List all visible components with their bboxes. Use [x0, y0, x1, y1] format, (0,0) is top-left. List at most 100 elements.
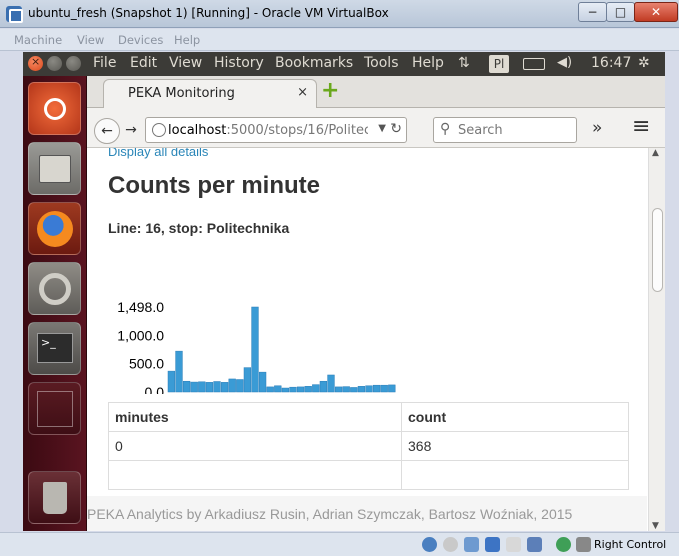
host-menu-machine[interactable]: Machine [14, 33, 62, 47]
settings-gear-icon[interactable]: ✲ [638, 55, 650, 71]
bar [312, 384, 320, 393]
host-title-bar: ubuntu_fresh (Snapshot 1) [Running] - Or… [0, 0, 679, 28]
window-maximize-button[interactable] [66, 56, 81, 71]
clock[interactable]: 16:47 [591, 55, 631, 71]
y-tick-label: 500.0 [129, 356, 164, 372]
scroll-down-icon[interactable]: ▼ [652, 521, 659, 531]
table-cell-minutes: 0 [108, 431, 402, 461]
host-maximize-button[interactable]: □ [606, 2, 635, 22]
hard-disk-icon[interactable] [422, 537, 437, 552]
host-key-icon[interactable] [576, 537, 591, 552]
keyboard-layout-indicator[interactable]: Pl [489, 55, 509, 73]
tab-close-icon[interactable]: × [297, 85, 308, 100]
files-icon[interactable] [28, 142, 81, 195]
display-all-details-link[interactable]: Display all details [108, 148, 208, 159]
menu-view[interactable]: View [169, 55, 202, 71]
new-tab-button[interactable]: + [321, 78, 339, 103]
bar [167, 370, 176, 393]
counts-bar-chart: 1,498.01,000.0500.00.0012345678910111213… [117, 299, 396, 394]
bar [228, 378, 236, 393]
bar [190, 381, 198, 393]
search-placeholder: Search [458, 123, 503, 138]
y-tick-label: 1,498.0 [117, 299, 164, 315]
workspace-switcher-icon[interactable] [28, 382, 81, 435]
host-menu-help[interactable]: Help [174, 33, 200, 47]
optical-drive-icon[interactable] [443, 537, 458, 552]
overflow-chevron-icon[interactable]: » [592, 118, 602, 138]
scrollbar-thumb[interactable] [652, 208, 663, 292]
battery-icon[interactable] [523, 58, 545, 70]
bar [289, 386, 297, 393]
search-bar[interactable]: ⚲ Search [433, 117, 577, 143]
bar [258, 371, 267, 393]
line-stop-subtitle: Line: 16, stop: Politechnika [108, 220, 290, 236]
tab-peka-monitoring[interactable]: PEKA Monitoring × [103, 79, 317, 108]
vertical-scrollbar[interactable]: ▲ ▼ [648, 148, 665, 531]
url-bar[interactable]: localhost:5000/stops/16/Politech ▼ ↻ [145, 117, 407, 143]
bar [380, 384, 388, 393]
terminal-icon[interactable]: >_ [28, 322, 81, 375]
bar [205, 382, 214, 393]
bar [236, 379, 244, 393]
page-content: Display all details Counts per minute Li… [87, 148, 647, 531]
window-close-button[interactable]: × [28, 55, 43, 71]
capture-icon[interactable] [556, 537, 571, 552]
bar [342, 386, 350, 393]
volume-icon[interactable]: ◀) [557, 55, 572, 70]
table-row: 0 368 [108, 431, 629, 461]
host-menu-view[interactable]: View [77, 33, 104, 47]
menu-tools[interactable]: Tools [364, 55, 399, 71]
navigation-bar: ← → localhost:5000/stops/16/Politech ▼ ↻… [87, 108, 665, 148]
bar [175, 350, 183, 393]
unity-launcher: >_ [23, 76, 87, 531]
bar [296, 386, 305, 393]
bar [319, 380, 328, 393]
url-dropdown-icon[interactable]: ▼ [378, 123, 386, 134]
bar [350, 387, 358, 393]
host-key-label: Right Control [594, 538, 667, 551]
menu-edit[interactable]: Edit [130, 55, 157, 71]
host-menu-devices[interactable]: Devices [118, 33, 163, 47]
menu-file[interactable]: File [93, 55, 116, 71]
shared-folder-icon[interactable] [506, 537, 521, 552]
y-tick-label: 0.0 [145, 384, 165, 394]
system-settings-icon[interactable] [28, 262, 81, 315]
window-minimize-button[interactable] [47, 56, 62, 71]
host-window-title: ubuntu_fresh (Snapshot 1) [Running] - Or… [28, 6, 389, 20]
bar [372, 384, 381, 393]
reload-icon[interactable]: ↻ [390, 121, 402, 137]
menu-bookmarks[interactable]: Bookmarks [275, 55, 353, 71]
menu-history[interactable]: History [214, 55, 264, 71]
bar [304, 386, 312, 393]
forward-button[interactable]: → [118, 118, 144, 144]
bar [182, 380, 191, 393]
ubuntu-top-panel: × File Edit View History Bookmarks Tools… [23, 52, 665, 76]
trash-icon[interactable] [28, 471, 81, 524]
bar [334, 386, 343, 393]
y-tick-label: 1,000.0 [117, 327, 164, 343]
bar [357, 386, 366, 393]
table-row [108, 460, 629, 490]
column-header-minutes: minutes [108, 402, 402, 432]
firefox-window: PEKA Monitoring × + ← → localhost:5000/s… [87, 76, 665, 531]
bar [243, 367, 252, 393]
back-button[interactable]: ← [94, 118, 120, 144]
network-arrows-icon[interactable]: ⇅ [458, 55, 470, 71]
table-header-row: minutes count [108, 402, 629, 432]
search-icon: ⚲ [440, 121, 451, 137]
hamburger-menu-icon[interactable]: ≡ [632, 114, 650, 139]
firefox-icon[interactable] [28, 202, 81, 255]
network-icon[interactable] [485, 537, 500, 552]
bar [281, 387, 290, 393]
menu-help[interactable]: Help [412, 55, 444, 71]
bar [365, 385, 373, 393]
guest-screen: × File Edit View History Bookmarks Tools… [23, 52, 665, 531]
display-icon[interactable] [527, 537, 542, 552]
usb-icon[interactable] [464, 537, 479, 552]
dash-home-icon[interactable] [28, 82, 81, 135]
host-close-button[interactable]: ✕ [634, 2, 678, 22]
scroll-up-icon[interactable]: ▲ [652, 148, 659, 158]
host-minimize-button[interactable]: − [578, 2, 607, 22]
virtualbox-icon [6, 6, 23, 23]
url-text[interactable]: localhost:5000/stops/16/Politech [168, 123, 368, 138]
